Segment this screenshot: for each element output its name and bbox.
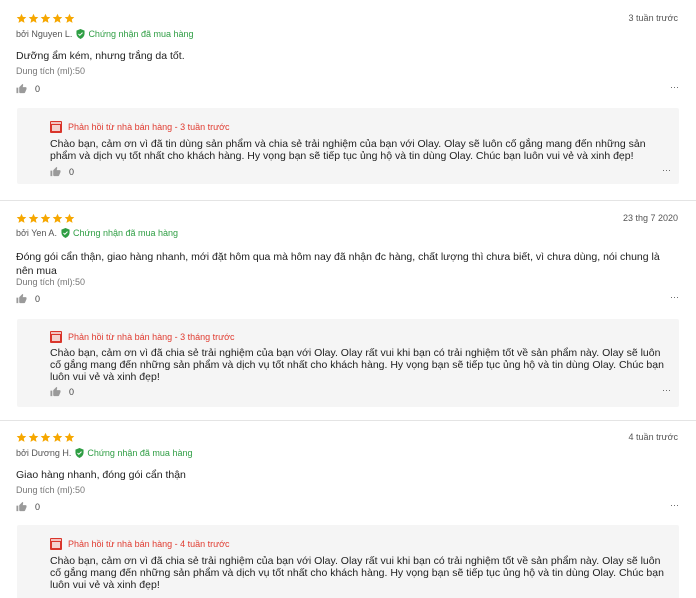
thumb-up-icon — [16, 83, 27, 94]
star-icon — [28, 432, 39, 442]
rating-stars — [16, 13, 75, 27]
shield-check-icon — [76, 29, 85, 39]
shop-icon — [50, 121, 62, 133]
star-icon — [64, 213, 75, 223]
verified-badge: Chứng nhận đã mua hàng — [61, 228, 178, 238]
review-item: 4 tuần trước bởi Dương H. Chứng nhận đã … — [0, 420, 696, 598]
like-count: 0 — [35, 501, 41, 512]
reply-text: Chào bạn, cảm ơn vì đã tin dùng sản phẩm… — [50, 138, 646, 162]
verified-label: Chứng nhận đã mua hàng — [72, 228, 179, 238]
star-icon — [16, 13, 27, 23]
like-button[interactable]: 0 — [16, 83, 40, 94]
star-icon — [64, 13, 75, 23]
more-options-button[interactable]: ⋯ — [670, 500, 679, 511]
star-icon — [16, 432, 27, 442]
review-author: bởi Nguyen L. — [16, 29, 73, 39]
review-date: 3 tuần trước — [628, 13, 678, 23]
reply-like-button[interactable]: 0 — [50, 386, 74, 397]
verified-badge: Chứng nhận đã mua hàng — [76, 29, 194, 39]
star-icon — [40, 432, 51, 442]
like-count: 0 — [35, 293, 41, 304]
thumb-up-icon — [16, 293, 27, 304]
review-text: Đóng gói cẩn thận, giao hàng nhanh, mới … — [16, 251, 660, 277]
review-byline: bởi Nguyen L. Chứng nhận đã mua hàng — [16, 29, 194, 39]
shop-icon — [50, 331, 62, 343]
rating-stars — [16, 432, 75, 446]
star-icon — [28, 213, 39, 223]
verified-label: Chứng nhận đã mua hàng — [87, 448, 193, 458]
review-author: bởi Dương H. — [16, 448, 72, 458]
star-icon — [28, 13, 39, 23]
like-button[interactable]: 0 — [16, 501, 40, 512]
reply-header-text: Phản hồi từ nhà bán hàng - 3 tuần trước — [68, 122, 230, 132]
star-icon — [40, 13, 51, 23]
reply-more-options-button[interactable]: ⋯ — [662, 385, 671, 396]
review-byline: bởi Dương H. Chứng nhận đã mua hàng — [16, 448, 192, 458]
review-attribute: Dung tích (ml):50 — [16, 277, 86, 287]
review-attribute: Dung tích (ml):50 — [16, 66, 86, 76]
review-author: bởi Yen A. — [16, 228, 57, 238]
review-item: 23 thg 7 2020 bởi Yen A. Chứng nhận đã m… — [0, 200, 696, 418]
review-byline: bởi Yen A. Chứng nhận đã mua hàng — [16, 228, 178, 238]
reply-header-text: Phản hồi từ nhà bán hàng - 3 tháng trước — [68, 332, 235, 342]
reply-like-count: 0 — [69, 166, 75, 177]
rating-stars — [16, 213, 75, 227]
shop-icon — [50, 538, 62, 550]
more-options-button[interactable]: ⋯ — [670, 82, 679, 93]
reply-header: Phản hồi từ nhà bán hàng - 4 tuần trước — [50, 538, 230, 550]
review-item: 3 tuần trước bởi Nguyen L. Chứng nhận đã… — [0, 0, 696, 198]
reply-more-options-button[interactable]: ⋯ — [662, 165, 671, 176]
review-date: 23 thg 7 2020 — [622, 213, 678, 223]
review-text: Giao hàng nhanh, đóng gói cẩn thận — [16, 469, 186, 481]
reply-like-count: 0 — [69, 386, 75, 397]
star-icon — [52, 213, 63, 223]
reply-like-button[interactable]: 0 — [50, 166, 74, 177]
star-icon — [40, 213, 51, 223]
star-icon — [52, 13, 63, 23]
reply-header-text: Phản hồi từ nhà bán hàng - 4 tuần trước — [68, 539, 230, 549]
shield-check-icon — [75, 448, 84, 458]
review-attribute: Dung tích (ml):50 — [16, 485, 86, 495]
thumb-up-icon — [50, 386, 61, 397]
star-icon — [52, 432, 63, 442]
star-icon — [16, 213, 27, 223]
reply-header: Phản hồi từ nhà bán hàng - 3 tuần trước — [50, 121, 230, 133]
like-count: 0 — [35, 83, 41, 94]
star-icon — [64, 432, 75, 442]
review-date: 4 tuần trước — [628, 432, 678, 442]
reply-text: Chào bạn, cảm ơn vì đã chia sẻ trải nghi… — [50, 555, 664, 591]
reply-header: Phản hồi từ nhà bán hàng - 3 tháng trước — [50, 331, 235, 343]
more-options-button[interactable]: ⋯ — [670, 292, 679, 303]
thumb-up-icon — [16, 501, 27, 512]
thumb-up-icon — [50, 166, 61, 177]
verified-label: Chứng nhận đã mua hàng — [88, 29, 194, 39]
like-button[interactable]: 0 — [16, 293, 40, 304]
verified-badge: Chứng nhận đã mua hàng — [75, 448, 192, 458]
review-text: Dưỡng ẩm kém, nhưng trắng da tốt. — [16, 50, 185, 62]
shield-check-icon — [61, 228, 70, 238]
reply-text: Chào bạn, cảm ơn vì đã chia sẻ trải nghi… — [50, 347, 664, 383]
